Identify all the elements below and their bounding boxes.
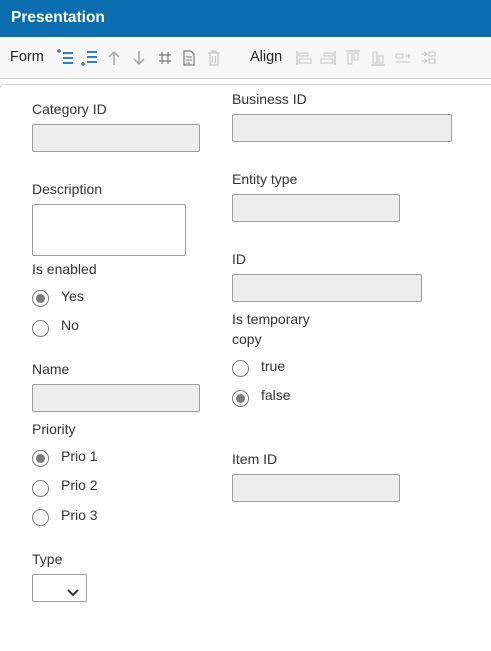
priority-3-label: Prio 3 — [61, 507, 98, 523]
is-temporary-copy-false-radio[interactable] — [232, 390, 249, 407]
add-row-below-icon[interactable] — [79, 48, 99, 68]
chevron-down-icon — [67, 584, 79, 602]
item-id-label: Item ID — [232, 451, 278, 467]
add-row-above-icon[interactable] — [55, 48, 75, 68]
entity-type-field[interactable] — [232, 194, 400, 222]
move-down-icon[interactable] — [129, 48, 149, 68]
title-bar: Presentation — [0, 0, 491, 37]
name-label: Name — [32, 361, 70, 377]
distribute-horizontal-icon[interactable] — [393, 48, 413, 68]
category-id-label: Category ID — [32, 101, 107, 117]
form-group-label: Form — [10, 49, 44, 65]
form-panel-border — [0, 84, 491, 88]
type-label: Type — [32, 551, 63, 567]
align-left-icon[interactable] — [294, 48, 314, 68]
priority-1-radio[interactable] — [32, 450, 49, 467]
description-label: Description — [32, 181, 103, 197]
is-enabled-no-radio[interactable] — [32, 320, 49, 337]
is-temporary-copy-true-radio[interactable] — [232, 360, 249, 377]
trash-icon[interactable] — [204, 48, 224, 68]
is-enabled-yes-label: Yes — [61, 288, 84, 304]
document-icon[interactable] — [179, 48, 199, 68]
id-field[interactable] — [232, 274, 422, 302]
business-id-label: Business ID — [232, 91, 307, 107]
id-label: ID — [232, 251, 246, 267]
description-textarea[interactable] — [32, 204, 186, 256]
priority-label: Priority — [32, 421, 76, 437]
type-select[interactable] — [32, 574, 87, 602]
priority-2-label: Prio 2 — [61, 477, 98, 493]
is-temporary-copy-label: Is temporary — [232, 311, 310, 327]
is-temporary-copy-false-label: false — [261, 387, 291, 403]
is-enabled-label: Is enabled — [32, 261, 97, 277]
business-id-field[interactable] — [232, 114, 452, 142]
priority-1-label: Prio 1 — [61, 448, 98, 464]
is-temporary-copy-label-cont: copy — [232, 331, 262, 347]
align-top-icon[interactable] — [343, 48, 363, 68]
toolbar: Form Align — [0, 37, 491, 79]
priority-3-radio[interactable] — [32, 509, 49, 526]
panel-title: Presentation — [11, 9, 105, 26]
is-temporary-copy-true-label: true — [261, 358, 286, 374]
item-id-field[interactable] — [232, 474, 400, 502]
name-field[interactable] — [32, 384, 200, 412]
align-right-icon[interactable] — [318, 48, 338, 68]
distribute-vertical-icon[interactable] — [418, 48, 438, 68]
priority-2-radio[interactable] — [32, 480, 49, 497]
entity-type-label: Entity type — [232, 171, 298, 187]
is-enabled-no-label: No — [61, 317, 79, 333]
move-up-icon[interactable] — [104, 48, 124, 68]
is-enabled-yes-radio[interactable] — [32, 290, 49, 307]
align-bottom-icon[interactable] — [368, 48, 388, 68]
category-id-field[interactable] — [32, 124, 200, 152]
align-group-label: Align — [250, 49, 283, 65]
grid-icon[interactable] — [155, 48, 175, 68]
